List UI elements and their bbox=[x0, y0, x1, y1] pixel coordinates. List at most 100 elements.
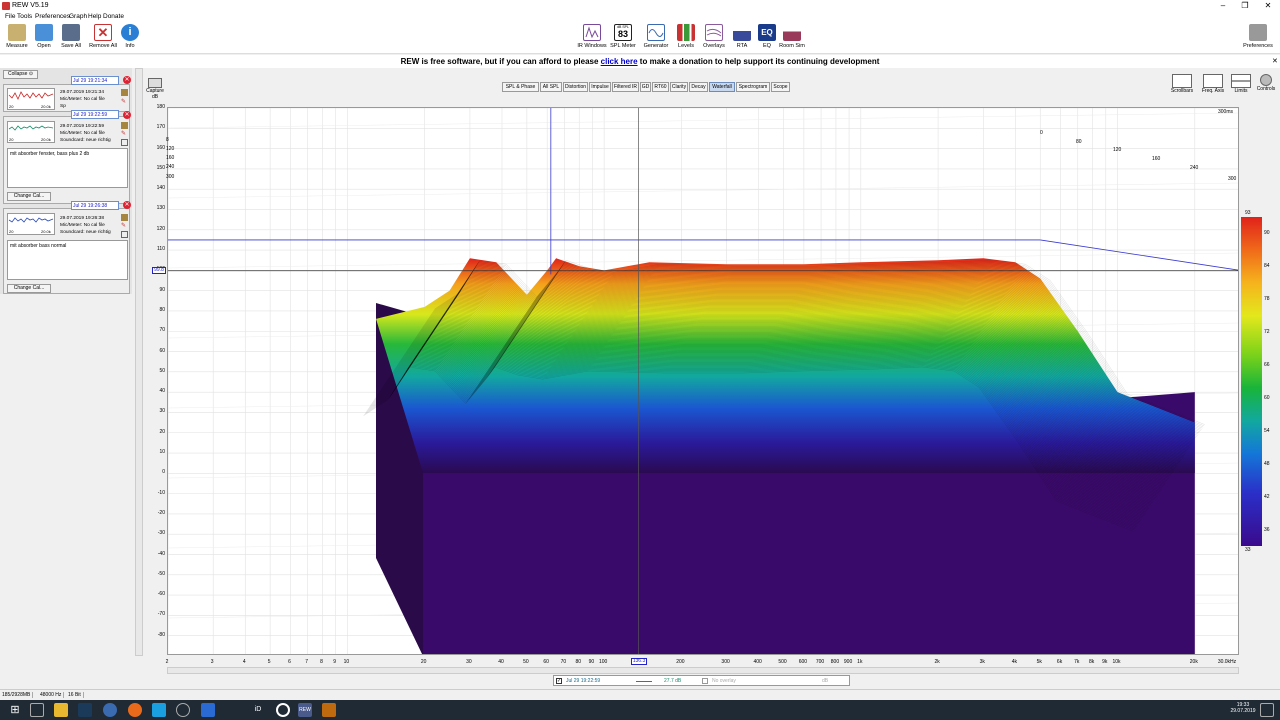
measurement-name-field[interactable]: Jul 29 19:22:59 bbox=[71, 110, 119, 119]
menu-tools[interactable]: Tools bbox=[17, 13, 32, 20]
rew-taskbar-icon[interactable]: REW bbox=[298, 703, 312, 717]
ir-windows-button[interactable]: IR Windows bbox=[575, 24, 609, 49]
app-icon[interactable] bbox=[152, 703, 166, 717]
panel-scrollbar[interactable] bbox=[135, 68, 143, 656]
overlays-icon bbox=[705, 24, 723, 41]
measurement-notes[interactable]: mit absorber bass normal bbox=[7, 240, 128, 280]
firefox-icon[interactable] bbox=[128, 703, 142, 717]
color-scale-tick: 33 bbox=[1245, 547, 1251, 553]
tab-spectrogram[interactable]: Spectrogram bbox=[736, 82, 770, 92]
y-tick-label: 40 bbox=[159, 388, 165, 395]
color-scale-tick: 36 bbox=[1264, 526, 1270, 533]
edit-notes-icon[interactable]: ✎ bbox=[121, 130, 126, 137]
thumb-freq-low: 20 bbox=[9, 137, 14, 142]
tab-impulse[interactable]: Impulse bbox=[589, 82, 611, 92]
generator-label: Generator bbox=[643, 43, 669, 49]
rew-app-icon bbox=[2, 2, 10, 10]
measurement-name-field[interactable]: Jul 29 19:26:38 bbox=[71, 201, 119, 210]
tab-decay[interactable]: Decay bbox=[689, 82, 708, 92]
measurement-notes[interactable]: mit absorber fenster, bass plus 2 db bbox=[7, 148, 128, 188]
color-scale-tick: 66 bbox=[1264, 362, 1270, 369]
measurement-item[interactable]: 20 20.0k Jul 29 19:21:34 29.07.2019 19:2… bbox=[3, 76, 131, 112]
file-explorer-icon[interactable] bbox=[54, 703, 68, 717]
notification-icon[interactable] bbox=[1260, 703, 1274, 717]
remove-measurement-icon[interactable]: ✕ bbox=[123, 76, 131, 84]
maximize-button[interactable]: ❐ bbox=[1235, 1, 1255, 11]
y-tick-label: -40 bbox=[157, 550, 165, 557]
rta-icon bbox=[733, 24, 751, 41]
save-measurement-icon[interactable] bbox=[121, 122, 128, 129]
limits-button[interactable]: Limits bbox=[1227, 74, 1255, 94]
record-icon[interactable] bbox=[276, 703, 290, 717]
legend-checkbox[interactable]: ✓ bbox=[556, 678, 562, 684]
minimize-button[interactable]: – bbox=[1213, 1, 1233, 11]
generator-icon bbox=[647, 24, 665, 41]
save-all-icon bbox=[62, 24, 80, 41]
windows-start-icon[interactable]: ⊞ bbox=[8, 703, 22, 717]
taskbar-clock[interactable]: 19:33 29.07.2019 bbox=[1228, 702, 1258, 714]
tab-scope[interactable]: Scope bbox=[771, 82, 790, 92]
capture-button[interactable]: Capture dB bbox=[146, 78, 164, 100]
y-tick-label: 70 bbox=[159, 327, 165, 334]
measurement-item[interactable]: 20 20.0k Jul 29 19:26:38 29.07.2019 19:2… bbox=[3, 201, 131, 294]
banner-close-icon[interactable]: ✕ bbox=[1272, 57, 1278, 65]
menu-help[interactable]: Help bbox=[88, 13, 101, 20]
freq-axis-button[interactable]: Freq. Axis bbox=[1199, 74, 1227, 94]
cpu-icon[interactable] bbox=[176, 703, 190, 717]
measurement-name-field[interactable]: Jul 29 19:21:34 bbox=[71, 76, 119, 85]
freq-scrollbar[interactable] bbox=[167, 667, 1239, 674]
info-notes-icon[interactable] bbox=[121, 231, 128, 238]
tab-clarity[interactable]: Clarity bbox=[670, 82, 688, 92]
browser-icon[interactable] bbox=[103, 703, 117, 717]
spl-meter-button[interactable]: dB SPL 83 SPL Meter bbox=[606, 24, 640, 49]
save-all-button[interactable]: Save All bbox=[54, 24, 88, 49]
menu-graph[interactable]: Graph bbox=[69, 13, 87, 20]
tab-all-spl[interactable]: All SPL bbox=[540, 82, 562, 92]
remove-measurement-icon[interactable]: ✕ bbox=[123, 111, 131, 119]
waterfall-plot[interactable] bbox=[167, 107, 1239, 655]
save-measurement-icon[interactable] bbox=[121, 89, 128, 96]
room-sim-button[interactable]: Room Sim bbox=[775, 24, 809, 49]
scrollbars-label: Scrollbars bbox=[1170, 88, 1194, 94]
y-tick-label: 160 bbox=[156, 144, 165, 151]
change-cal-button[interactable]: Change Cal... bbox=[7, 284, 51, 293]
spl-meter-value: 83 bbox=[617, 29, 628, 39]
menu-preferences[interactable]: Preferences bbox=[35, 13, 70, 20]
steam-alt-icon[interactable] bbox=[322, 703, 336, 717]
close-button[interactable]: ✕ bbox=[1258, 1, 1278, 11]
collapse-button[interactable]: Collapse ⊙ bbox=[3, 70, 38, 79]
x-tick-label: 10 bbox=[343, 659, 350, 665]
measurement-mic: Mic/Meter: No cal file bbox=[60, 131, 105, 136]
info-button[interactable]: i Info bbox=[113, 24, 147, 49]
x-tick-label: 1k bbox=[857, 659, 863, 665]
preferences-button[interactable]: Preferences bbox=[1241, 24, 1275, 49]
banner-text: REW is free software, but if you can aff… bbox=[400, 57, 601, 66]
task-view-icon[interactable] bbox=[30, 703, 44, 717]
tab-spl-phase[interactable]: SPL & Phase bbox=[502, 82, 539, 92]
controls-button[interactable]: Controls bbox=[1252, 74, 1280, 92]
x-tick-label: 2k bbox=[934, 659, 940, 665]
tab-filtered-ir[interactable]: Filtered IR bbox=[612, 82, 639, 92]
remove-measurement-icon[interactable]: ✕ bbox=[123, 201, 131, 209]
info-label: Info bbox=[125, 43, 135, 49]
donate-link[interactable]: click here bbox=[601, 57, 638, 66]
tab-gd[interactable]: GD bbox=[640, 82, 651, 92]
menu-donate[interactable]: Donate bbox=[103, 13, 124, 20]
id-icon[interactable]: iD bbox=[251, 703, 265, 717]
time-tick-label: 80 bbox=[1076, 139, 1082, 145]
change-cal-button[interactable]: Change Cal... bbox=[7, 192, 51, 201]
edit-notes-icon[interactable]: ✎ bbox=[121, 98, 128, 105]
vm-icon[interactable] bbox=[201, 703, 215, 717]
tab-distortion[interactable]: Distortion bbox=[563, 82, 588, 92]
generator-button[interactable]: Generator bbox=[639, 24, 673, 49]
edit-notes-icon[interactable]: ✎ bbox=[121, 222, 126, 229]
menu-file[interactable]: File bbox=[5, 13, 15, 20]
steam-icon[interactable] bbox=[78, 703, 92, 717]
info-notes-icon[interactable] bbox=[121, 139, 128, 146]
save-measurement-icon[interactable] bbox=[121, 214, 128, 221]
overlay-checkbox[interactable] bbox=[702, 678, 708, 684]
measurement-item[interactable]: 20 20.0k Jul 29 19:22:59 29.07.2019 19:2… bbox=[3, 110, 131, 204]
tab-rt60[interactable]: RT60 bbox=[652, 82, 669, 92]
tab-waterfall[interactable]: Waterfall bbox=[709, 82, 735, 92]
scrollbars-button[interactable]: Scrollbars bbox=[1168, 74, 1196, 94]
